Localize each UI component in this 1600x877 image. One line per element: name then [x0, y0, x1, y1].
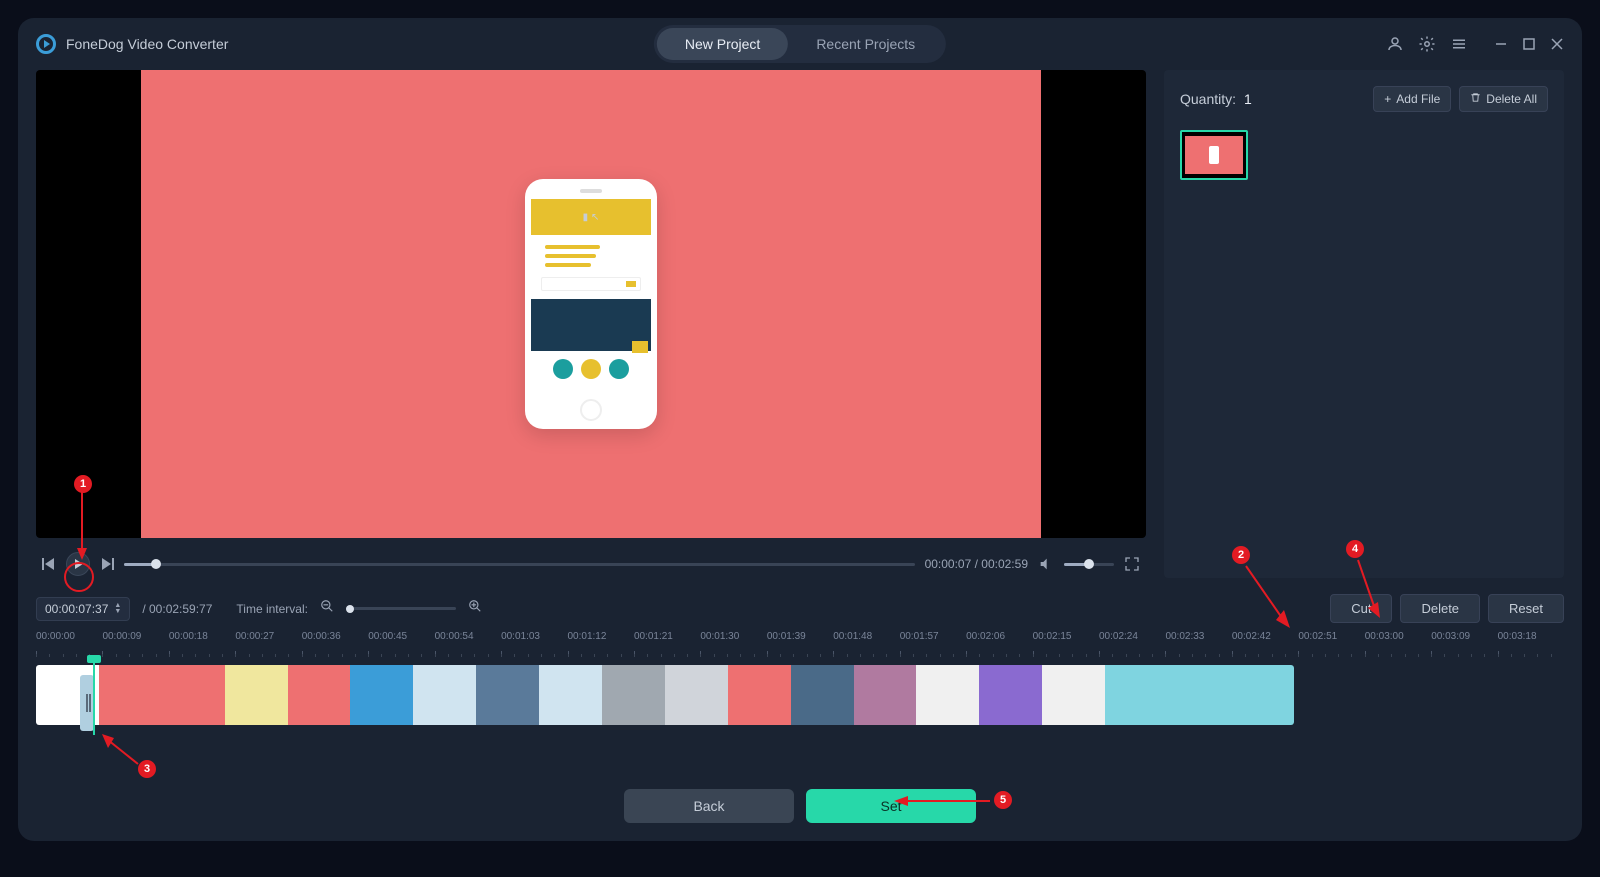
titlebar: FoneDog Video Converter New Project Rece… [18, 18, 1582, 70]
ruler-tick: 00:01:57 [900, 631, 966, 657]
interval-label: Time interval: [236, 602, 308, 616]
tab-new-project[interactable]: New Project [657, 28, 788, 60]
ruler-tick: 00:02:06 [966, 631, 1032, 657]
track-frame [99, 665, 162, 725]
ruler-tick: 00:00:36 [302, 631, 368, 657]
track-frame [225, 665, 288, 725]
track-frame [162, 665, 225, 725]
fullscreen-icon[interactable] [1124, 556, 1140, 572]
set-button[interactable]: Set [806, 789, 976, 823]
ruler-tick: 00:01:39 [767, 631, 833, 657]
track-frame [665, 665, 728, 725]
track-frame [602, 665, 665, 725]
tab-recent-projects[interactable]: Recent Projects [788, 28, 943, 60]
track-frame [1105, 665, 1168, 725]
duration-text: / 00:02:59:77 [142, 602, 212, 616]
maximize-button[interactable] [1522, 37, 1536, 51]
ruler-tick: 00:03:09 [1431, 631, 1497, 657]
step-down-icon[interactable]: ▼ [114, 609, 121, 615]
logo-icon [36, 34, 56, 54]
ruler-tick: 00:00:18 [169, 631, 235, 657]
track-frame [916, 665, 979, 725]
playback-controls: 00:00:07 / 00:02:59 [36, 538, 1146, 586]
settings-icon[interactable] [1418, 35, 1436, 53]
ruler-tick: 00:02:24 [1099, 631, 1165, 657]
zoom-slider[interactable] [346, 607, 456, 610]
close-button[interactable] [1550, 37, 1564, 51]
volume-slider[interactable] [1064, 563, 1114, 566]
skip-start-icon[interactable] [42, 558, 56, 570]
video-content: ▮ ↖ [141, 70, 1040, 538]
track-frame [979, 665, 1042, 725]
ruler-tick: 00:03:00 [1365, 631, 1431, 657]
ruler-tick: 00:01:12 [568, 631, 634, 657]
ruler-tick: 00:02:15 [1033, 631, 1099, 657]
track-frame [539, 665, 602, 725]
ruler-tick: 00:03:18 [1498, 631, 1564, 657]
ruler-tick: 00:02:42 [1232, 631, 1298, 657]
delete-all-button[interactable]: Delete All [1459, 86, 1548, 112]
track-frame [413, 665, 476, 725]
track-frame [854, 665, 917, 725]
quantity-value: 1 [1244, 91, 1252, 107]
ruler-tick: 00:01:30 [700, 631, 766, 657]
ruler-tick: 00:00:54 [435, 631, 501, 657]
minimize-button[interactable] [1494, 37, 1508, 51]
clip-thumbnail[interactable] [1180, 130, 1248, 180]
track-frame [1042, 665, 1105, 725]
quantity-label: Quantity: [1180, 91, 1236, 107]
timeline-track[interactable] [18, 665, 1582, 725]
app-title: FoneDog Video Converter [66, 36, 228, 52]
time-strip-controls: 00:00:07:37 ▲ ▼ / 00:02:59:77 Time inter… [18, 586, 1582, 627]
ruler-tick: 00:01:21 [634, 631, 700, 657]
track-frame [791, 665, 854, 725]
phone-illustration: ▮ ↖ [525, 179, 657, 429]
clip-sidebar: Quantity: 1 + Add File Delete All [1164, 70, 1564, 578]
zoom-in-icon[interactable] [468, 599, 482, 618]
ruler-tick: 00:01:48 [833, 631, 899, 657]
annotation-badge-3: 3 [138, 760, 156, 778]
ruler-tick: 00:00:27 [235, 631, 301, 657]
video-preview: ▮ ↖ [36, 70, 1146, 538]
user-icon[interactable] [1386, 35, 1404, 53]
track-frame [1231, 665, 1294, 725]
playhead[interactable] [93, 661, 95, 735]
ruler-tick: 00:00:09 [102, 631, 168, 657]
trash-icon [1470, 92, 1481, 106]
back-button[interactable]: Back [624, 789, 794, 823]
ruler-tick: 00:00:00 [36, 631, 102, 657]
track-frame [288, 665, 351, 725]
ruler-tick: 00:00:45 [368, 631, 434, 657]
bottom-actions: Back Set [18, 789, 1582, 823]
ruler-tick: 00:02:33 [1165, 631, 1231, 657]
reset-button[interactable]: Reset [1488, 594, 1564, 623]
ruler-tick: 00:02:51 [1298, 631, 1364, 657]
delete-button[interactable]: Delete [1400, 594, 1480, 623]
play-button[interactable] [66, 552, 90, 576]
project-tabs: New Project Recent Projects [654, 25, 946, 63]
trim-handle-left[interactable] [80, 675, 94, 731]
menu-icon[interactable] [1450, 35, 1468, 53]
track-frame [728, 665, 791, 725]
add-file-button[interactable]: + Add File [1373, 86, 1451, 112]
track-frame [350, 665, 413, 725]
app-logo: FoneDog Video Converter [36, 34, 228, 54]
skip-end-icon[interactable] [100, 558, 114, 570]
cut-button[interactable]: Cut [1330, 594, 1392, 623]
timeline-ruler: 00:00:0000:00:0900:00:1800:00:2700:00:36… [18, 627, 1582, 659]
zoom-out-icon[interactable] [320, 599, 334, 618]
ruler-tick: 00:01:03 [501, 631, 567, 657]
volume-icon[interactable] [1038, 556, 1054, 572]
track-frame [1168, 665, 1231, 725]
current-frame-input[interactable]: 00:00:07:37 ▲ ▼ [36, 597, 130, 621]
seek-slider[interactable] [124, 563, 915, 566]
time-display: 00:00:07 / 00:02:59 [925, 557, 1028, 571]
track-frame [476, 665, 539, 725]
plus-icon: + [1384, 92, 1391, 106]
annotation-arrow-3 [100, 734, 144, 770]
